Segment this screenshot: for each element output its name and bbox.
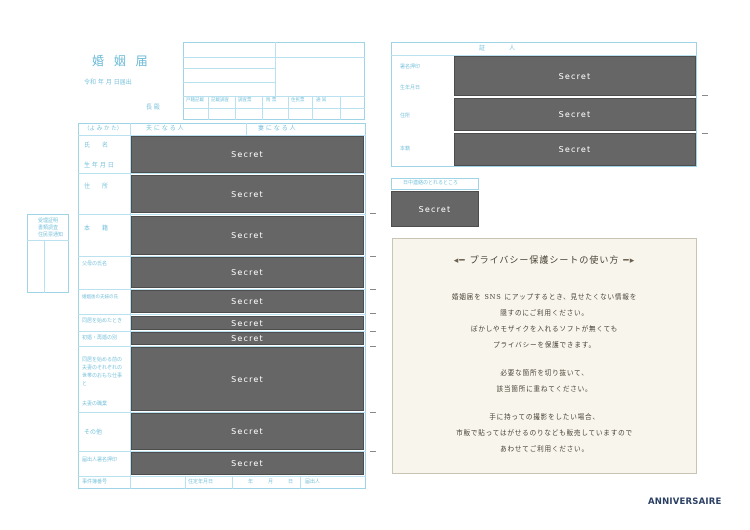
secret-contact-block[interactable]: Secret <box>391 191 479 227</box>
form-title: 婚 姻 届 <box>92 54 151 68</box>
tick-mark <box>370 412 376 413</box>
secret-witness-signature-block[interactable]: Secret <box>454 56 696 96</box>
guide-line: 市販で貼ってはがせるのりなども販売していますので <box>456 429 633 437</box>
left-box-label-3: 住民票通知 <box>38 232 64 238</box>
tick-mark <box>370 289 376 290</box>
tick-mark <box>370 451 376 452</box>
reading-label: （よ み か た） <box>84 126 123 132</box>
left-box-label-2: 書類調査 <box>38 225 59 231</box>
secret-surname-block[interactable]: Secret <box>131 290 364 313</box>
guide-box: ◂━ プライバシー保護シートの使い方 ━▸ 婚姻届を SNS にアップするとき、… <box>392 238 697 474</box>
brand-logo: ANNIVERSAIRE <box>648 497 722 507</box>
form-mayor-label: 長 殿 <box>146 104 160 111</box>
husband-header: 夫 に な る 人 <box>146 125 184 132</box>
stamp-header: 日中連絡のとれるところ <box>403 180 459 186</box>
tick-mark <box>370 213 376 214</box>
guide-line: プライバシーを保護できます。 <box>493 341 596 349</box>
office-cell-2: 記載調査 <box>211 98 229 103</box>
office-cell-3: 調査票 <box>238 98 252 103</box>
guide-title-row: ◂━ プライバシー保護シートの使い方 ━▸ <box>393 253 696 266</box>
left-box-label-1: 受理証明 <box>38 218 59 224</box>
secret-honseki-block[interactable]: Secret <box>131 216 364 255</box>
row-label-honseki: 本 籍 <box>84 225 109 232</box>
bottom-notifier: 届出人 <box>305 479 321 485</box>
witness-label-address: 住所 <box>400 113 411 119</box>
secret-other-block[interactable]: Secret <box>131 413 364 450</box>
guide-line: 隠すのにご利用ください。 <box>500 309 589 317</box>
row-label-address: 住 所 <box>84 183 109 190</box>
row-label-cohabit: 同居を始めたとき <box>82 318 123 324</box>
wife-header: 妻 に な る 人 <box>258 125 296 132</box>
office-cell-5: 住民票 <box>291 98 305 103</box>
form-date-label: 令和 年 月 日届出 <box>84 79 132 86</box>
ornament-right-icon: ━▸ <box>623 256 636 266</box>
bottom-day: 日 <box>288 479 294 485</box>
row-label-surname: 婚姻後の夫婦の氏 <box>82 295 118 300</box>
office-cell-1: 戸籍記載 <box>186 98 204 103</box>
bottom-year: 年 <box>248 479 254 485</box>
guide-line: 手に持っての撮影をしたい場合、 <box>489 413 600 421</box>
row-label-name: 氏 名 <box>84 142 109 149</box>
guide-line: 該当箇所に重ねてください。 <box>496 385 593 393</box>
tick-mark <box>370 313 376 314</box>
row-label-case-number: 事件簿番号 <box>82 479 108 485</box>
tick-mark <box>702 95 708 96</box>
tick-mark <box>370 256 376 257</box>
row-label-other: その他 <box>84 429 103 436</box>
guide-line: 婚姻届を SNS にアップするとき、見せたくない情報を <box>451 293 638 301</box>
bottom-date-label: 住定年月日 <box>188 479 214 485</box>
secret-remarriage-block[interactable]: Secret <box>131 332 364 345</box>
row-label-signature: 届出人署名押印 <box>82 457 118 463</box>
secret-parents-block[interactable]: Secret <box>131 257 364 288</box>
secret-cohabit-block[interactable]: Secret <box>131 316 364 330</box>
row-label-work: 同居を始める前の夫妻のそれぞれの世帯のおもな仕事と <box>82 357 123 387</box>
witness-header: 証 人 <box>479 45 520 52</box>
guide-line: あわせてご利用ください。 <box>500 445 589 453</box>
secret-work-block[interactable]: Secret <box>131 347 364 411</box>
secret-address-block[interactable]: Secret <box>131 175 364 213</box>
row-label-parents: 父母の氏名 <box>82 261 108 267</box>
guide-line: ぼかしやモザイクを入れるソフトが無くても <box>470 325 619 333</box>
witness-label-birth: 生年月日 <box>400 85 421 91</box>
row-label-remarriage: 初婚・再婚の別 <box>82 335 118 341</box>
guide-title: プライバシー保護シートの使い方 <box>469 256 620 266</box>
secret-witness-honseki-block[interactable]: Secret <box>454 133 696 166</box>
row-label-birth: 生 年 月 日 <box>84 162 114 169</box>
witness-label-signature: 署名押印 <box>400 64 421 70</box>
bottom-month: 月 <box>268 479 274 485</box>
tick-mark <box>370 331 376 332</box>
guide-line: 必要な箇所を切り抜いて、 <box>500 369 589 377</box>
secret-witness-address-block[interactable]: Secret <box>454 98 696 131</box>
row-label-occupation: 夫妻の職業 <box>82 401 108 407</box>
tick-mark <box>370 346 376 347</box>
tick-mark <box>702 133 708 134</box>
ornament-left-icon: ◂━ <box>453 256 466 266</box>
office-cell-6: 通 知 <box>316 98 327 103</box>
secret-name-block[interactable]: Secret <box>131 136 364 173</box>
office-cell-4: 附 票 <box>266 98 277 103</box>
witness-label-honseki: 本籍 <box>400 146 411 152</box>
secret-signature-block[interactable]: Secret <box>131 452 364 475</box>
